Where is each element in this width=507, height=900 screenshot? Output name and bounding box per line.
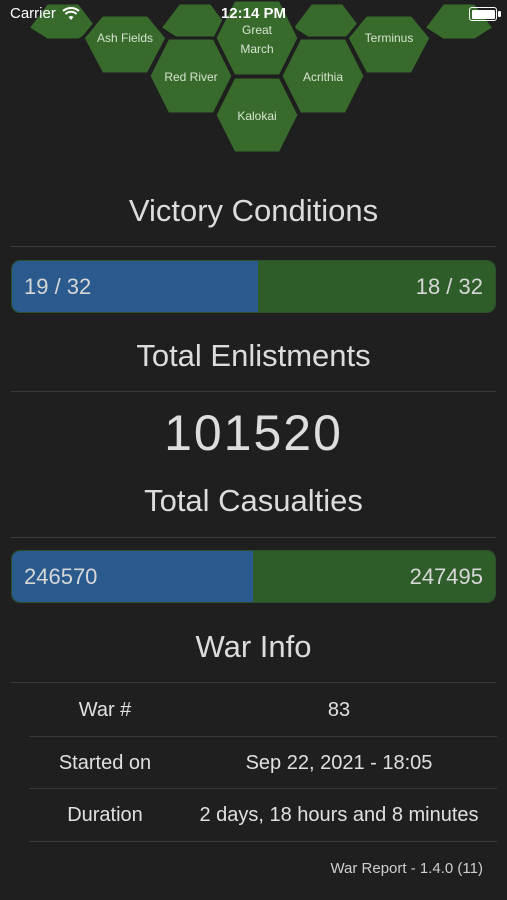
victory-right-segment: 18 / 32 [258, 261, 495, 312]
started-on-row: Started on Sep 22, 2021 - 18:05 [29, 737, 497, 789]
war-number-label: War # [78, 698, 132, 721]
war-number-value: 83 [327, 698, 351, 721]
region-label-acrithia: Acrithia [303, 70, 343, 84]
casualties-left-value: 246570 [24, 563, 98, 589]
total-enlistments-value: 101520 [164, 405, 343, 461]
casualties-right-segment: 247495 [253, 551, 495, 602]
victory-right-value: 18 / 32 [415, 273, 483, 299]
battery-icon [469, 7, 501, 21]
duration-value: 2 days, 18 hours and 8 minutes [199, 803, 479, 826]
app-version: War Report - 1.4.0 (11) [330, 860, 483, 877]
divider [11, 537, 496, 538]
victory-left-segment: 19 / 32 [12, 261, 259, 312]
started-on-label: Started on [58, 751, 152, 774]
duration-label: Duration [67, 803, 143, 826]
started-on-value: Sep 22, 2021 - 18:05 [245, 751, 433, 774]
divider [11, 682, 496, 683]
region-label-ash-fields: Ash Fields [97, 31, 153, 45]
victory-left-value: 19 / 32 [24, 273, 92, 299]
war-number-row: War # 83 [29, 684, 497, 736]
status-bar: Carrier 12:14 PM [0, 0, 507, 28]
victory-conditions-title: Victory Conditions [128, 193, 379, 228]
region-label-kalokai: Kalokai [237, 109, 276, 123]
casualties-right-value: 247495 [409, 563, 483, 589]
casualties-progress-bar: 246570 247495 [11, 550, 496, 603]
total-enlistments-title: Total Enlistments [136, 338, 371, 373]
row-divider [29, 841, 497, 842]
victory-progress-bar: 19 / 32 18 / 32 [11, 260, 496, 313]
duration-row: Duration 2 days, 18 hours and 8 minutes [29, 789, 497, 841]
clock: 12:14 PM [220, 5, 287, 22]
region-label-terminus: Terminus [365, 31, 414, 45]
divider [11, 246, 496, 247]
total-casualties-title: Total Casualties [144, 483, 363, 518]
region-label-red-river: Red River [164, 70, 217, 84]
war-info-title: War Info [195, 629, 312, 664]
divider [11, 391, 496, 392]
casualties-left-segment: 246570 [12, 551, 254, 602]
